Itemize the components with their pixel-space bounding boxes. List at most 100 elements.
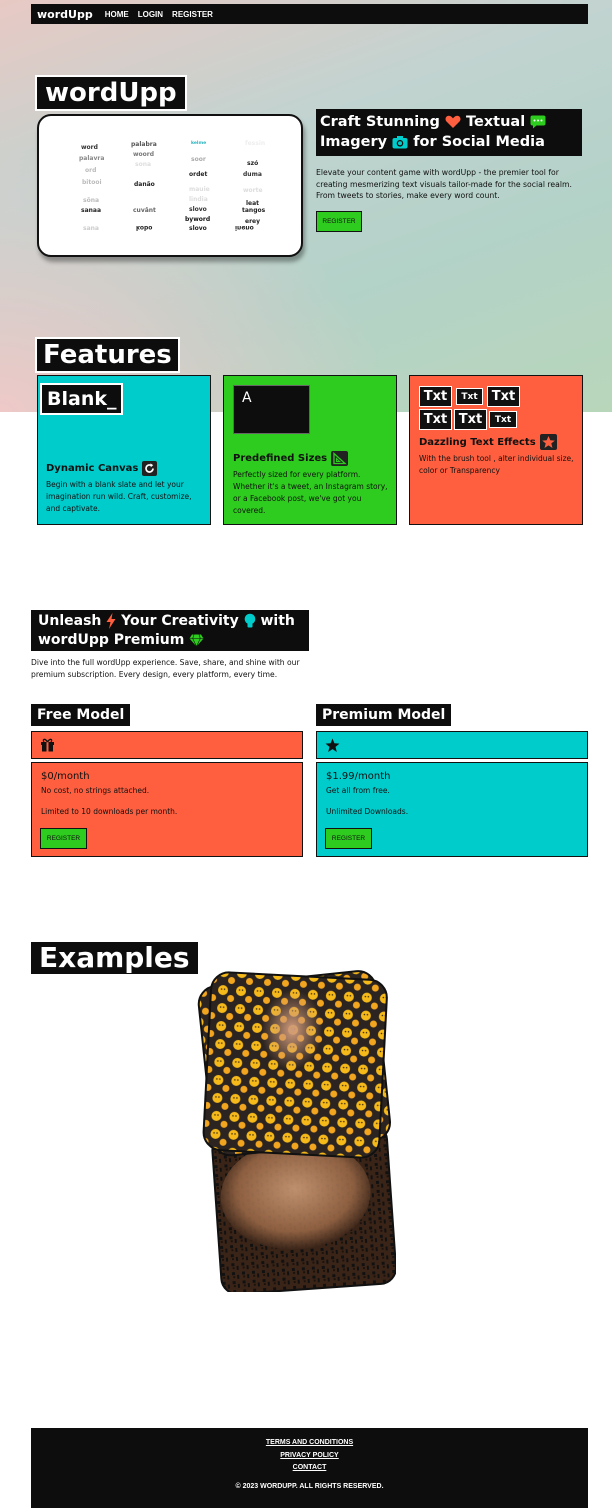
word-item: byword (185, 216, 211, 223)
star-icon (325, 738, 340, 752)
speech-bubble-icon (530, 115, 546, 129)
word-item: fessin (245, 140, 266, 147)
word-item: sana (83, 225, 99, 232)
word-item: sanaa (81, 207, 101, 214)
feature-text: With the brush tool , alter individual s… (419, 454, 574, 475)
nav-login-link[interactable]: LOGIN (138, 10, 163, 19)
txt-tile: Txt (487, 386, 520, 407)
gem-icon (189, 633, 204, 647)
word-item: szó (247, 160, 259, 167)
headline-text: Unleash (38, 613, 102, 629)
word-item: leat (246, 200, 260, 207)
word-item: ineno (235, 224, 254, 231)
feature-card-dazzling-text: Txt Txt Txt Txt Txt Txt Dazzling Text Ef… (409, 375, 583, 525)
word-item: ordet (189, 171, 208, 178)
word-item: sõna (83, 197, 100, 204)
camera-icon (392, 136, 408, 149)
premium-description: Dive into the full wordUpp experience. S… (31, 658, 300, 679)
word-item: tangos (242, 207, 266, 214)
free-plan-title: Free Model (31, 704, 131, 726)
ruler-triangle-icon (331, 451, 349, 466)
navbar: wordUpp HOME LOGIN REGISTER (31, 4, 588, 24)
word-item: cuvânt (133, 207, 156, 214)
word-item: duma (243, 171, 262, 178)
feature-tile-blank: Blank_ (42, 385, 122, 413)
word-item: slovo (189, 225, 207, 232)
word-item: sona (135, 161, 152, 168)
headline-text: with (260, 613, 295, 629)
gift-icon (41, 738, 54, 752)
hero-register-button[interactable]: REGISTER (316, 211, 362, 232)
txt-tile: Txt (454, 409, 487, 430)
word-item: kelme (191, 141, 207, 146)
plan-line: Limited to 10 downloads per month. (41, 807, 178, 816)
feature-text: Begin with a blank slate and let your im… (46, 480, 192, 513)
word-item: woord (133, 151, 155, 158)
feature-card-dynamic-canvas: Blank_ Dynamic Canvas Begin with a blank… (37, 375, 211, 525)
examples-title: Examples (31, 942, 198, 974)
feature-tile-letter: A (242, 390, 252, 406)
feature-title: Dynamic Canvas (46, 463, 139, 474)
footer-contact-link[interactable]: CONTACT (31, 1462, 588, 1475)
hero-headline: Craft Stunning Textual Imagery for Socia… (316, 109, 582, 156)
headline-text: for Social Media (413, 134, 545, 150)
feature-tile-frame: A (233, 385, 310, 434)
sparkle-star-icon (539, 434, 557, 450)
footer-terms-link[interactable]: TERMS AND CONDITIONS (31, 1437, 588, 1450)
word-item: worte (243, 187, 263, 194)
footer-copyright: © 2023 WORDUPP. ALL RIGHTS RESERVED. (235, 1482, 384, 1490)
hero-title: wordUpp (37, 77, 185, 109)
txt-tile: Txt (489, 411, 517, 428)
word-item: danão (134, 181, 155, 188)
premium-headline: Unleash Your Creativity with wordUpp Pre… (31, 610, 309, 651)
word-item: lindia (189, 196, 208, 203)
headline-text: Imagery (320, 134, 388, 150)
word-item: slovo (189, 206, 207, 213)
txt-tile: Txt (456, 388, 483, 405)
word-item: kobo (136, 224, 153, 231)
premium-plan-icon-bar (316, 731, 588, 759)
footer-privacy-link[interactable]: PRIVACY POLICY (31, 1450, 588, 1463)
feature-title: Dazzling Text Effects (419, 436, 536, 448)
features-title: Features (37, 339, 178, 371)
word-item: mauie (189, 186, 210, 193)
premium-plan-title: Premium Model (316, 704, 452, 726)
free-plan-icon-bar (31, 731, 303, 759)
word-item: word (81, 144, 98, 151)
hero-description: Elevate your content game with wordUpp -… (316, 168, 572, 200)
word-item: palabra (131, 141, 157, 148)
free-plan-details: $0/month No cost, no strings attached. L… (31, 762, 303, 857)
lightning-icon (106, 613, 116, 629)
headline-text: Craft Stunning (320, 114, 440, 130)
feature-card-predefined-sizes: A Predefined Sizes Perfectly sized for e… (223, 375, 397, 525)
nav-register-link[interactable]: REGISTER (172, 10, 213, 19)
headline-text: Textual (466, 114, 526, 130)
headline-text: Your Creativity (121, 613, 239, 629)
feature-title: Predefined Sizes (233, 453, 328, 464)
plan-line: Get all from free. (326, 786, 390, 795)
free-plan-register-button[interactable]: REGISTER (40, 828, 87, 849)
premium-plan-register-button[interactable]: REGISTER (325, 828, 372, 849)
premium-plan-details: $1.99/month Get all from free. Unlimited… (316, 762, 588, 857)
nav-brand[interactable]: wordUpp (37, 8, 93, 21)
heart-icon (445, 115, 461, 128)
headline-text: wordUpp Premium (38, 632, 185, 648)
footer: TERMS AND CONDITIONS PRIVACY POLICY CONT… (31, 1428, 588, 1508)
word-cloud-card: word palabra woord palavra ord kelme szó… (37, 114, 303, 257)
feature-text: Perfectly sized for every platform. Whet… (233, 470, 388, 515)
examples-image-stack (197, 970, 396, 1292)
word-item: ord (85, 167, 97, 174)
plan-price: $1.99/month (326, 771, 391, 782)
word-item: soor (191, 156, 206, 163)
plan-price: $0/month (41, 771, 90, 782)
plan-line: Unlimited Downloads. (326, 807, 409, 816)
plan-line: No cost, no strings attached. (41, 786, 150, 795)
txt-tile: Txt (419, 409, 452, 430)
word-item: bitooi (82, 179, 102, 186)
txt-tile: Txt (419, 386, 452, 407)
refresh-icon (142, 461, 158, 476)
nav-home-link[interactable]: HOME (105, 10, 129, 19)
example-image-front (202, 971, 388, 1159)
word-item: palavra (79, 155, 105, 162)
lightbulb-icon (244, 613, 255, 628)
